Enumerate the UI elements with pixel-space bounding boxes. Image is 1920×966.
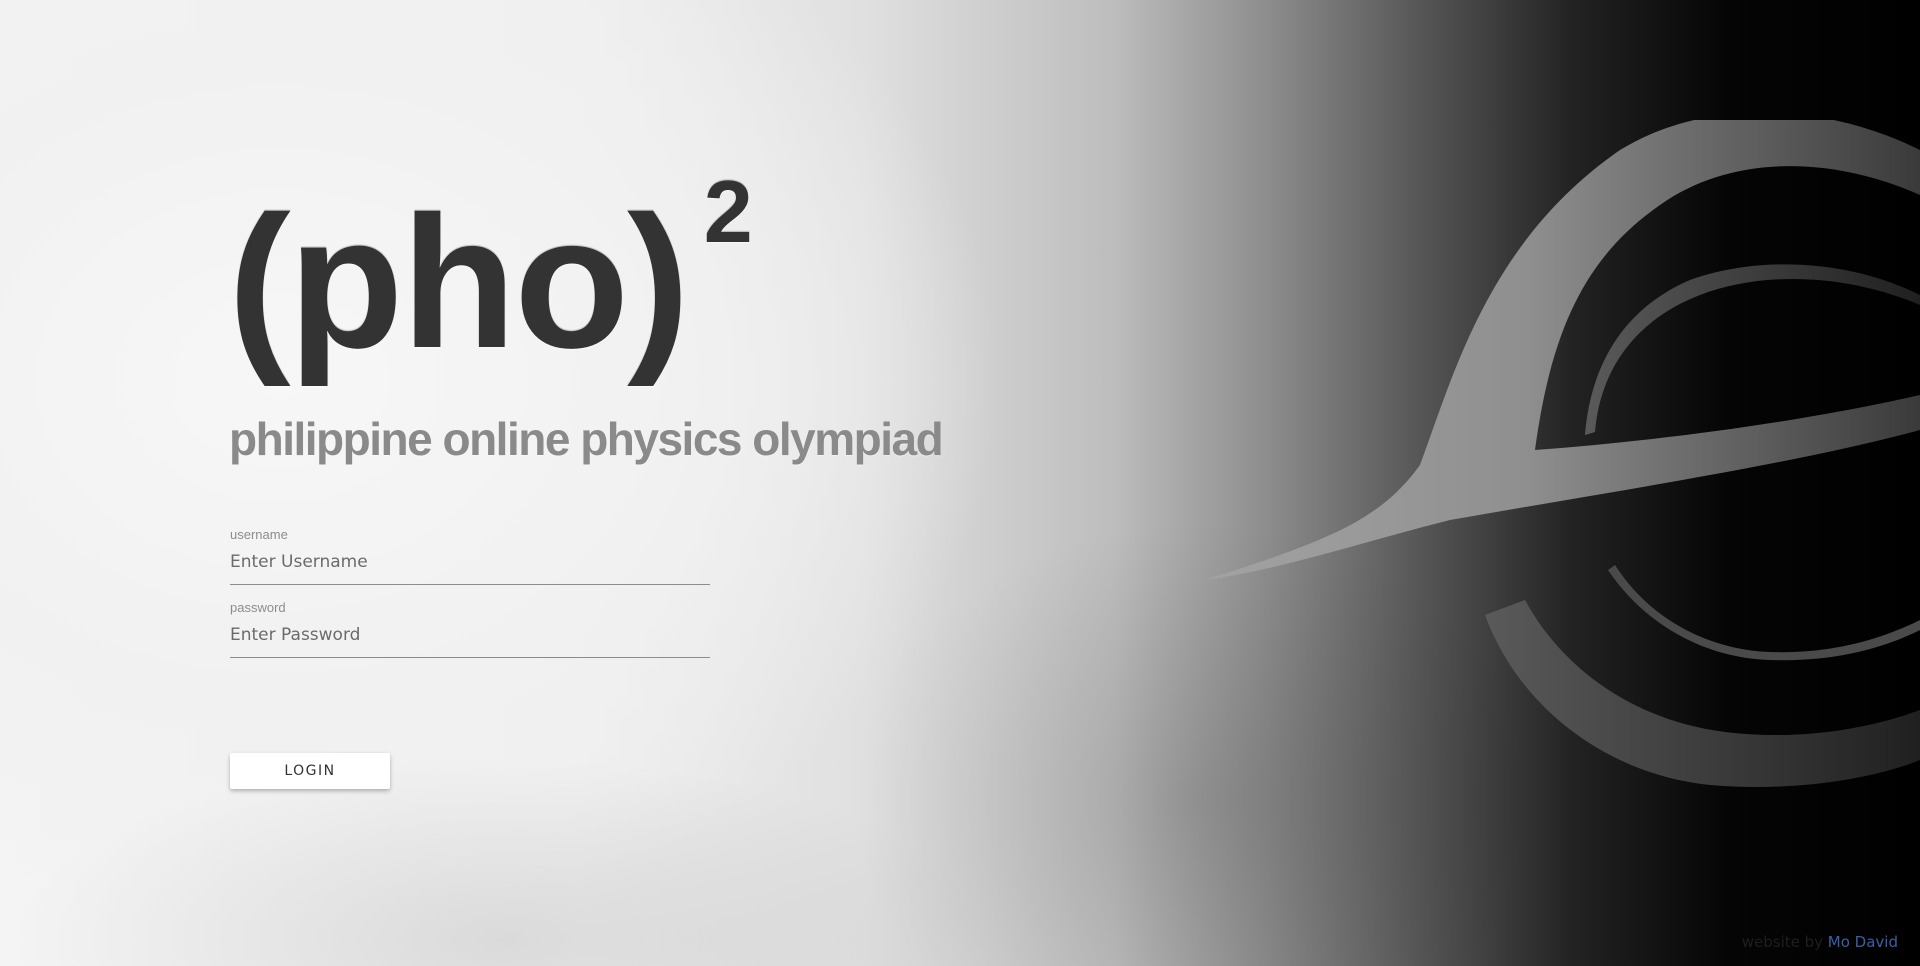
- logo-text: (pho): [228, 177, 690, 387]
- site-subtitle: philippine online physics olympiad: [229, 413, 944, 465]
- username-field-group: username: [230, 527, 710, 585]
- password-input[interactable]: [230, 621, 710, 658]
- physics-olympiad-emblem-icon: [1205, 120, 1920, 788]
- login-button[interactable]: LOGIN: [230, 753, 390, 789]
- username-input[interactable]: [230, 548, 710, 585]
- password-field-group: password: [230, 600, 710, 658]
- logo-superscript: 2: [703, 162, 753, 261]
- credit-prefix: website by: [1741, 933, 1824, 951]
- credit-author-link[interactable]: Mo David: [1828, 933, 1898, 951]
- username-label: username: [230, 527, 288, 542]
- footer-credit: website by Mo David: [1742, 933, 1898, 951]
- site-logo: (pho) 2: [228, 162, 753, 387]
- password-label: password: [230, 600, 286, 615]
- background-texture: [0, 0, 1920, 966]
